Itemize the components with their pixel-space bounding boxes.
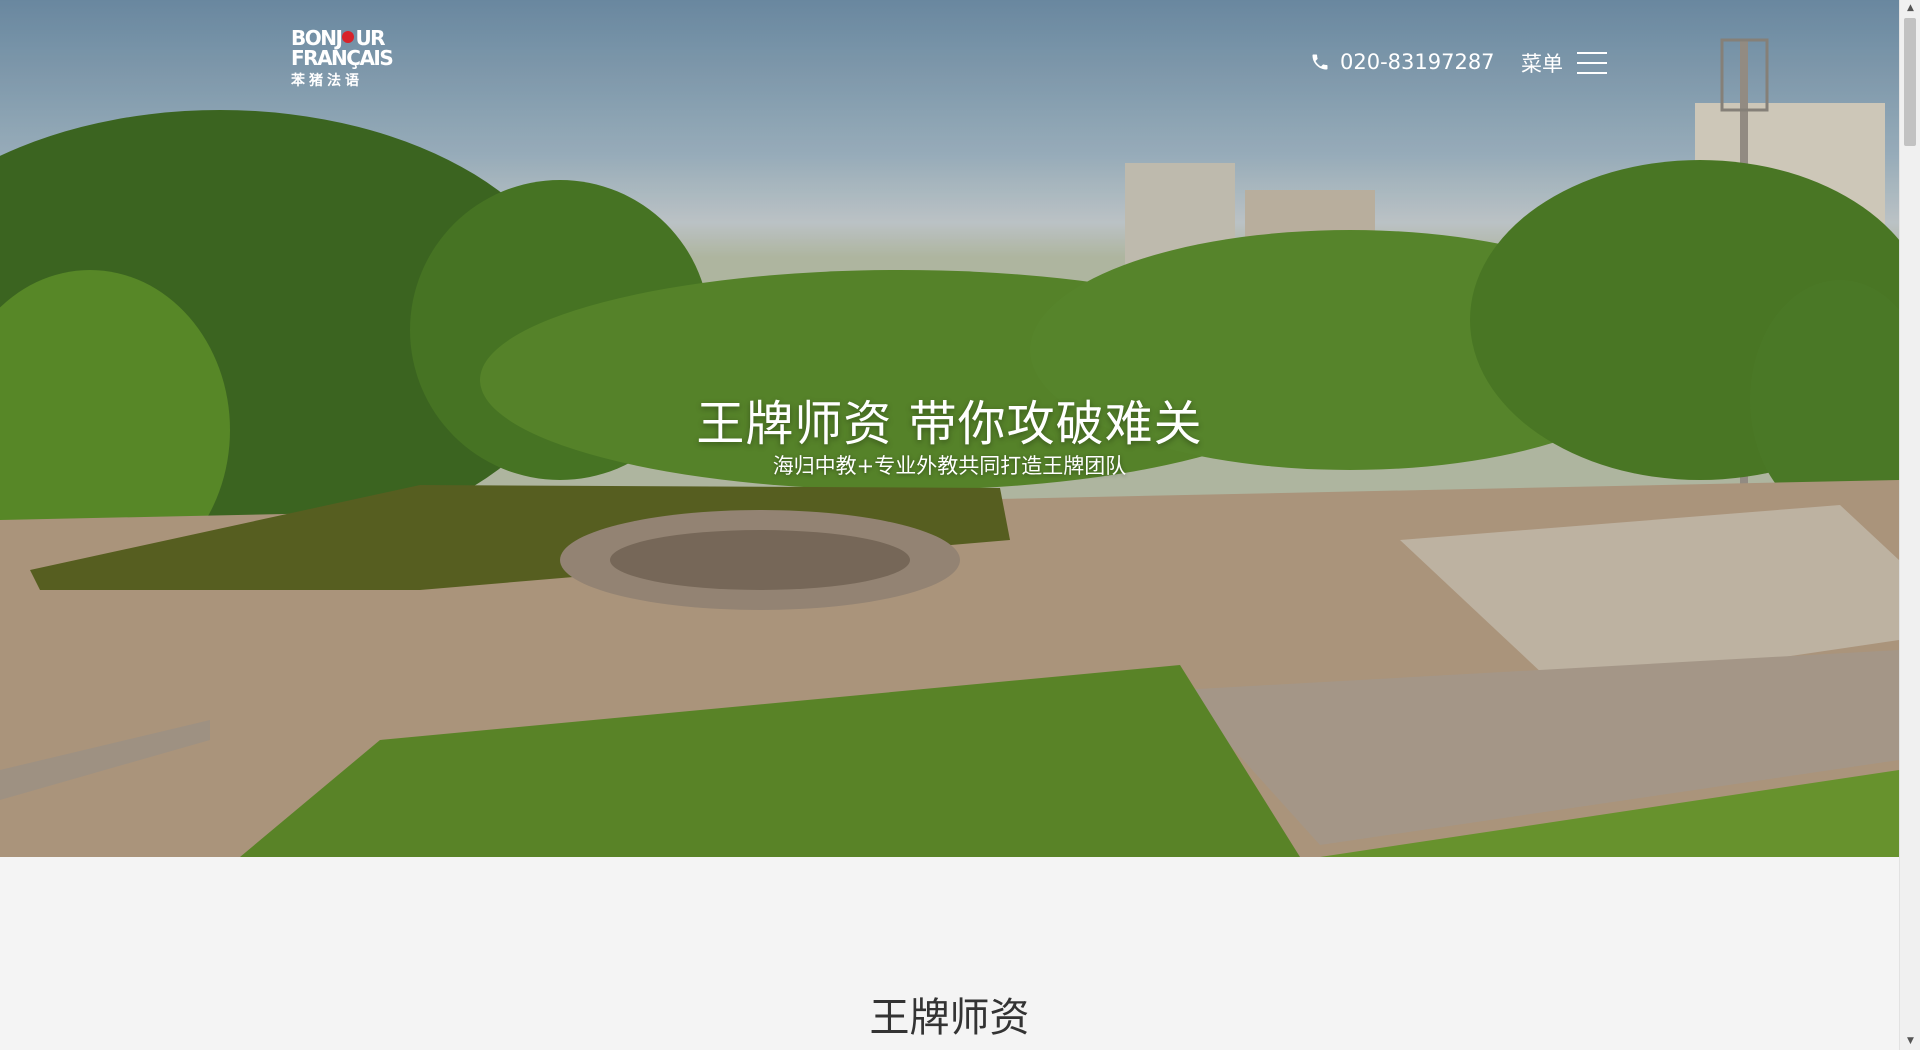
page: BONJ UR FRANÇAIS 苯猪法语 020-83197287 菜单 王牌师…: [0, 0, 1899, 1050]
hamburger-menu-icon: [1577, 50, 1607, 76]
phone-number: 020-83197287: [1340, 50, 1495, 74]
logo-line-2: FRANÇAIS: [291, 46, 394, 70]
hero-title: 王牌师资 带你攻破难关: [696, 396, 1203, 452]
site-logo[interactable]: BONJ UR FRANÇAIS 苯猪法语: [291, 26, 394, 92]
scroll-up-arrow-icon[interactable]: ▲: [1900, 0, 1920, 17]
hero-banner: BONJ UR FRANÇAIS 苯猪法语 020-83197287 菜单 王牌师…: [0, 0, 1899, 857]
menu-label: 菜单: [1521, 52, 1563, 76]
menu-button[interactable]: 菜单: [1521, 48, 1607, 78]
logo-red-dot: [342, 31, 355, 43]
scrollbar-thumb[interactable]: [1904, 18, 1916, 146]
section-title: 王牌师资: [869, 995, 1030, 1041]
logo-line-3: 苯猪法语: [291, 73, 363, 89]
phone-link[interactable]: 020-83197287: [1310, 50, 1495, 74]
vertical-scrollbar[interactable]: ▲ ▼: [1899, 0, 1920, 1050]
hero-subtitle: 海归中教+专业外教共同打造王牌团队: [772, 454, 1127, 478]
logo-line-1: BONJ UR: [291, 26, 386, 50]
phone-icon: [1312, 54, 1328, 70]
scroll-down-arrow-icon[interactable]: ▼: [1900, 1033, 1920, 1050]
